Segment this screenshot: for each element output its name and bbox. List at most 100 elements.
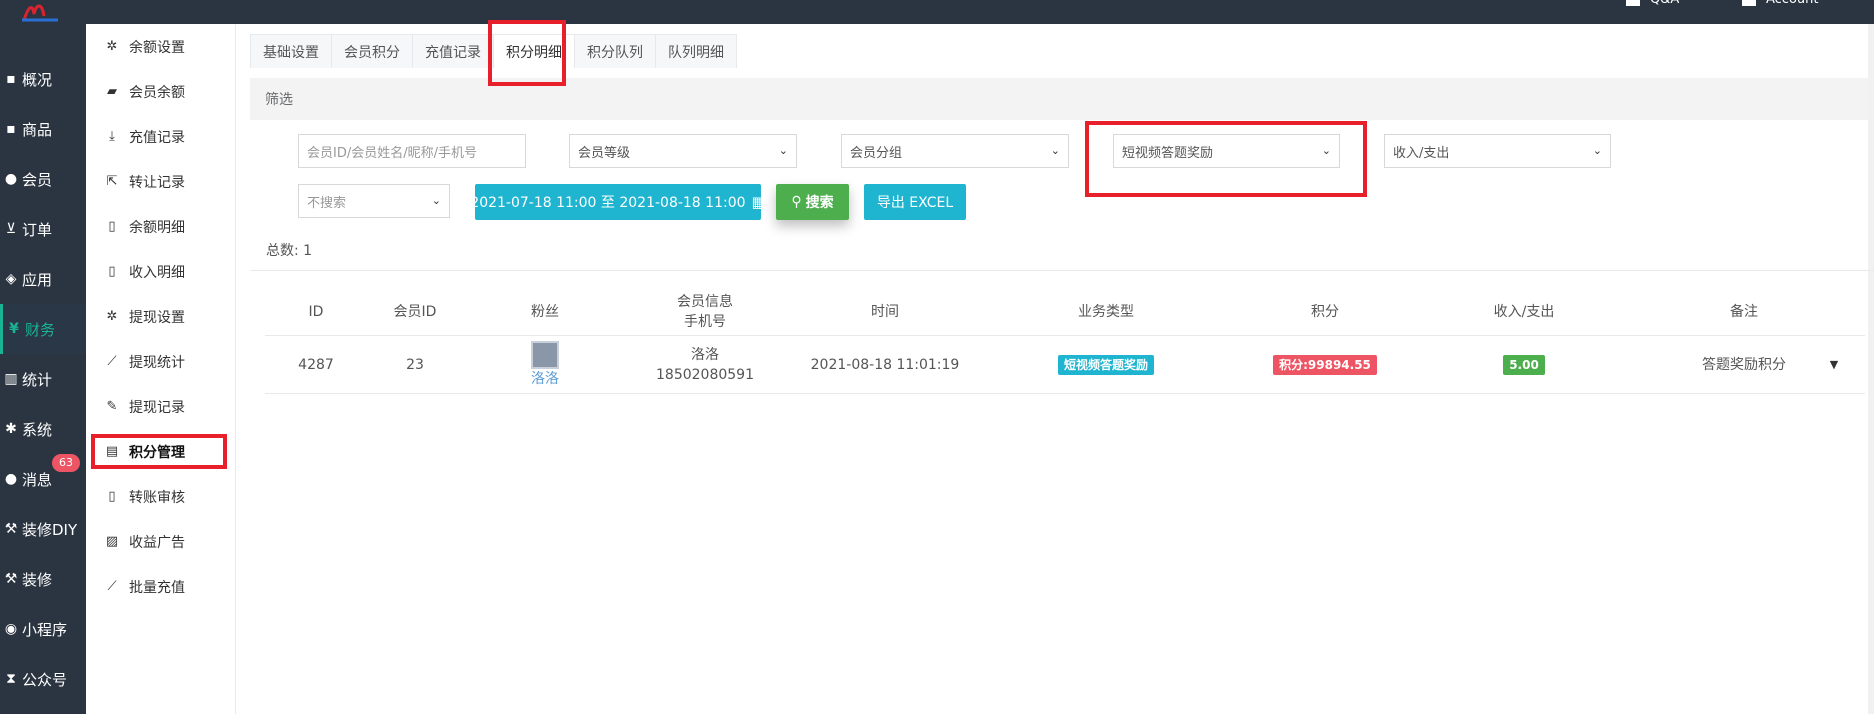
- cubes-icon: ◈: [5, 271, 17, 287]
- col-header-business-type: 业务类型: [1078, 304, 1134, 320]
- member-search-input[interactable]: 会员ID/会员姓名/昵称/手机号: [298, 134, 526, 168]
- comment-icon: ●: [4, 471, 18, 487]
- highlight-box-subnav: [91, 434, 227, 469]
- cell-member-id: 23: [406, 357, 424, 373]
- divider: [250, 270, 1874, 271]
- fan-name-link[interactable]: 洛洛: [531, 369, 559, 389]
- chevron-down-icon: ⌄: [1050, 144, 1060, 157]
- subnav-item-withdraw-records[interactable]: ✎ 提现记录: [86, 384, 236, 429]
- tab-member-points[interactable]: 会员积分: [331, 34, 413, 68]
- nav-item-goods[interactable]: ▪ 商品: [0, 104, 86, 154]
- col-header-member-info: 会员信息 手机号: [677, 294, 733, 330]
- highlight-box-filter: [1085, 121, 1367, 197]
- user-icon: [1742, 0, 1756, 6]
- cell-member-info: 洛洛 18502080591: [656, 347, 754, 383]
- highlight-box-tab: [488, 20, 566, 86]
- business-type-label: 短视频答题奖励: [1057, 355, 1154, 375]
- logo-icon[interactable]: [18, 0, 60, 22]
- subnav-item-withdraw-stats[interactable]: ⟋ 提现统计: [86, 339, 236, 384]
- cell-in-out: 5.00: [1484, 350, 1564, 380]
- nav-item-stats[interactable]: ▥ 统计: [0, 354, 86, 404]
- search-button[interactable]: ⚲ 搜索: [776, 184, 849, 220]
- chevron-down-icon: ⌄: [1592, 144, 1602, 157]
- file-icon: ▯: [108, 489, 116, 504]
- nav-item-official-account[interactable]: ⧗ 公众号: [0, 654, 86, 704]
- box-icon: ▪: [6, 71, 16, 87]
- gavel-icon: ⚒: [4, 521, 18, 537]
- export-excel-button[interactable]: 导出 EXCEL: [864, 184, 966, 220]
- external-link-icon: ⇱: [106, 174, 118, 189]
- book-icon: ▰: [107, 84, 117, 99]
- col-header-in-out: 收入/支出: [1493, 304, 1555, 320]
- gavel-icon: ⚒: [4, 571, 18, 587]
- col-header-remark: 备注: [1730, 304, 1758, 320]
- nav-item-members[interactable]: ● 会员: [0, 154, 86, 204]
- in-out-label: 5.00: [1503, 355, 1545, 375]
- top-link-account[interactable]: Account: [1742, 0, 1819, 10]
- users-icon: ●: [4, 171, 18, 187]
- subnav-item-income-detail[interactable]: ▯ 收入明细: [86, 249, 236, 294]
- col-header-id: ID: [308, 304, 324, 320]
- subnav-item-transfer-review[interactable]: ▯ 转账审核: [86, 474, 236, 519]
- subnav-item-balance-detail[interactable]: ▯ 余额明细: [86, 204, 236, 249]
- subnav-item-batch-recharge[interactable]: ⟋ 批量充值: [86, 564, 236, 609]
- nav-item-decorate[interactable]: ⚒ 装修: [0, 554, 86, 604]
- nav-item-finance[interactable]: ¥ 财务: [0, 304, 86, 354]
- cell-id: 4287: [298, 357, 334, 373]
- search-scope-select[interactable]: 不搜索 ⌄: [298, 184, 450, 218]
- cart-icon: ⊻: [5, 221, 17, 237]
- total-count: 总数: 1: [266, 243, 313, 259]
- subnav-item-withdraw-settings[interactable]: ✲ 提现设置: [86, 294, 236, 339]
- file-icon: ▯: [108, 264, 116, 279]
- hourglass-icon: ⧗: [6, 671, 16, 687]
- date-range-picker[interactable]: 2021-07-18 11:00 至 2021-08-18 11:00 ▦: [470, 184, 766, 220]
- cell-fans: 洛洛: [520, 340, 570, 390]
- subnav-item-recharge-records[interactable]: ⤓ 充值记录: [86, 114, 236, 159]
- nav-item-miniprogram[interactable]: ◉ 小程序: [0, 604, 86, 654]
- main-nav: ▪ 概况 ▪ 商品 ● 会员 ⊻ 订单 ◈ 应用 ¥ 财务 ▥ 统计 ✱ 系统 ● 消息 ⚒ 装修D…: [0, 24, 86, 714]
- grid-icon: [1626, 0, 1640, 6]
- tab-queue-detail[interactable]: 队列明细: [655, 34, 737, 68]
- nav-item-apps[interactable]: ◈ 应用: [0, 254, 86, 304]
- wechat-icon: ◉: [4, 621, 18, 637]
- search-icon: ⚲: [791, 194, 802, 210]
- subnav-item-balance-settings[interactable]: ✲ 余额设置: [86, 24, 236, 69]
- member-level-select[interactable]: 会员等级 ⌄: [569, 134, 797, 168]
- cogs-icon: ✱: [5, 421, 17, 437]
- col-header-points: 积分: [1311, 304, 1339, 320]
- cell-remark: 答题奖励积分: [1702, 357, 1786, 373]
- member-group-select[interactable]: 会员分组 ⌄: [841, 134, 1069, 168]
- box-icon: ▪: [6, 121, 16, 137]
- chevron-down-icon: ⌄: [778, 144, 788, 157]
- tab-points-queue[interactable]: 积分队列: [574, 34, 656, 68]
- points-label: 积分:99894.55: [1273, 355, 1377, 375]
- cell-points: 积分:99894.55: [1265, 350, 1385, 380]
- subnav-item-revenue-ads[interactable]: ▨ 收益广告: [86, 519, 236, 564]
- col-header-time: 时间: [871, 304, 899, 320]
- tab-basic-settings[interactable]: 基础设置: [250, 34, 332, 68]
- table-header-divider: [265, 335, 1865, 336]
- gear-icon: ✲: [106, 309, 118, 324]
- cell-time: 2021-08-18 11:01:19: [810, 357, 960, 373]
- bar-chart-icon: ▥: [4, 371, 18, 387]
- top-link-help[interactable]: Q&A: [1626, 0, 1679, 10]
- tab-recharge-records[interactable]: 充值记录: [412, 34, 494, 68]
- top-bar: Q&A Account: [0, 0, 1874, 24]
- table-row-divider: [265, 393, 1865, 394]
- nav-item-overview[interactable]: ▪ 概况: [0, 54, 86, 104]
- cell-business-type: 短视频答题奖励: [1046, 350, 1166, 380]
- row-expand-caret-icon[interactable]: ▼: [1826, 350, 1842, 380]
- download-icon: ⤓: [109, 129, 115, 144]
- nav-item-system[interactable]: ✱ 系统: [0, 404, 86, 454]
- file-icon: ▯: [108, 219, 116, 234]
- nav-item-orders[interactable]: ⊻ 订单: [0, 204, 86, 254]
- gear-icon: ✲: [106, 39, 118, 54]
- calendar-icon: ▦: [751, 193, 766, 211]
- subnav-item-transfer-records[interactable]: ⇱ 转让记录: [86, 159, 236, 204]
- message-count-badge: 63: [52, 454, 80, 472]
- subnav-item-member-balance[interactable]: ▰ 会员余额: [86, 69, 236, 114]
- scrollbar[interactable]: [1868, 24, 1874, 714]
- in-out-select[interactable]: 收入/支出 ⌄: [1384, 134, 1611, 168]
- nav-item-diy[interactable]: ⚒ 装修DIY: [0, 504, 86, 554]
- yen-icon: ¥: [9, 321, 19, 337]
